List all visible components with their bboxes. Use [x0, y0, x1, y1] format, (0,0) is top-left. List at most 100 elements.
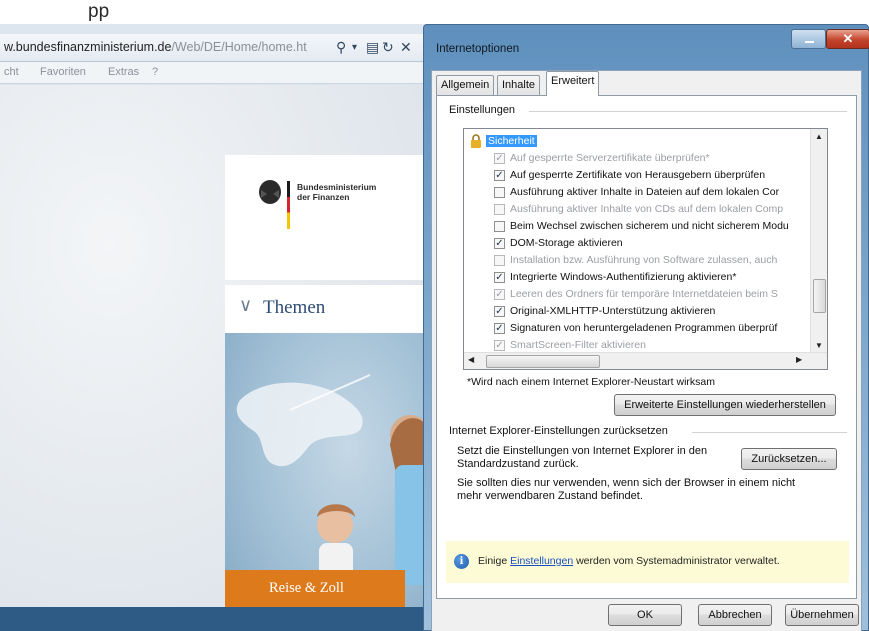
restore-advanced-settings-button[interactable]: Erweiterte Einstellungen wiederherstelle… [614, 394, 836, 416]
settings-tree[interactable]: Sicherheit ✓ Auf gesperrte Serverzertifik… [463, 128, 828, 370]
menu-item-ansicht[interactable]: cht [4, 66, 19, 78]
setting-checkbox[interactable]: ✓ [494, 238, 505, 249]
tab-panel-erweitert: Einstellungen Sicherheit ✓ Auf gesperrte … [436, 95, 857, 599]
ok-button[interactable]: OK [608, 604, 682, 626]
ministry-name-line-2: der Finanzen [297, 192, 350, 202]
setting-checkbox[interactable]: ✓ [494, 289, 505, 300]
reset-warning-line-1: Sie sollten dies nur verwenden, wenn sic… [457, 477, 796, 489]
setting-checkbox[interactable]: ✓ [494, 170, 505, 181]
setting-row[interactable]: ✓ Auf gesperrte Zertifikate von Herausgeb… [464, 167, 810, 184]
apply-button[interactable]: Übernehmen [785, 604, 859, 626]
info-text-prefix: Einige [478, 555, 511, 567]
reise-zoll-label: Reise & Zoll [269, 580, 344, 596]
restart-note: *Wird nach einem Internet Explorer-Neust… [467, 376, 716, 388]
setting-row[interactable]: ✓ Integrierte Windows-Authentifizierung a… [464, 269, 810, 286]
refresh-icon[interactable]: ↻ [382, 39, 394, 56]
setting-label: DOM-Storage aktivieren [510, 237, 623, 249]
setting-row[interactable]: ✓ Signaturen von heruntergeladenen Progra… [464, 320, 810, 337]
setting-checkbox[interactable]: ✓ [494, 153, 505, 164]
caption-text: pp [88, 1, 110, 22]
setting-checkbox[interactable] [494, 204, 505, 215]
scroll-right-icon[interactable]: ▶ [796, 355, 802, 364]
address-bar[interactable]: w.bundesfinanzministerium.de/Web/DE/Home… [0, 34, 430, 62]
setting-checkbox[interactable] [494, 187, 505, 198]
setting-label: Signaturen von heruntergeladenen Program… [510, 322, 778, 334]
setting-row[interactable]: ✓ Original-XMLHTTP-Unterstützung aktivier… [464, 303, 810, 320]
setting-label: Integrierte Windows-Authentifizierung ak… [510, 271, 737, 283]
page-footer-strip [0, 607, 430, 631]
reset-description-line-2: Standardzustand zurück. [457, 458, 579, 470]
settings-link[interactable]: Einstellungen [510, 555, 573, 567]
themen-menu[interactable]: ∨ Themen [225, 285, 430, 333]
horizontal-scrollbar[interactable]: ◀ ▶ [464, 352, 827, 369]
menu-item-favoriten[interactable]: Favoriten [40, 66, 86, 78]
dialog-title: Internetoptionen [436, 43, 520, 55]
setting-label: SmartScreen-Filter aktivieren [510, 339, 646, 351]
compat-icon[interactable]: ▤ [366, 39, 379, 56]
setting-row[interactable]: Installation bzw. Ausführung von Softwar… [464, 252, 810, 269]
setting-checkbox[interactable]: ✓ [494, 306, 505, 317]
setting-row[interactable]: Ausführung aktiver Inhalte von CDs auf d… [464, 201, 810, 218]
ministry-name-line-1: Bundesministerium [297, 182, 377, 192]
url-field[interactable]: w.bundesfinanzministerium.de/Web/DE/Home… [4, 40, 307, 54]
close-button[interactable]: ✕ [826, 29, 869, 49]
reise-zoll-button[interactable]: Reise & Zoll [225, 570, 405, 609]
reset-group-title: Internet Explorer-Einstellungen zurückse… [449, 425, 668, 437]
info-icon: i [454, 554, 469, 569]
setting-label: Ausführung aktiver Inhalte von CDs auf d… [510, 203, 784, 215]
lock-icon [471, 134, 481, 148]
url-path: /Web/DE/Home/home.ht [171, 40, 307, 54]
reset-group-line [692, 432, 847, 433]
setting-row[interactable]: Ausführung aktiver Inhalte in Dateien au… [464, 184, 810, 201]
chevron-down-icon: ∨ [239, 295, 253, 316]
vertical-scrollbar[interactable]: ▲ ▼ [810, 129, 827, 353]
setting-checkbox[interactable] [494, 255, 505, 266]
setting-checkbox[interactable]: ✓ [494, 323, 505, 334]
setting-label: Installation bzw. Ausführung von Softwar… [510, 254, 778, 266]
category-sicherheit: Sicherheit [486, 135, 537, 147]
reset-warning-line-2: mehr verwendbaren Zustand befindet. [457, 490, 643, 502]
themen-label: Themen [263, 297, 326, 318]
setting-checkbox[interactable] [494, 221, 505, 232]
vertical-scroll-thumb[interactable] [813, 279, 826, 313]
setting-label: Original-XMLHTTP-Unterstützung aktiviere… [510, 305, 716, 317]
setting-checkbox[interactable]: ✓ [494, 340, 505, 351]
tab-erweitert[interactable]: Erweitert [546, 71, 600, 96]
settings-group-line [529, 111, 847, 112]
setting-label: Leeren des Ordners für temporäre Interne… [510, 288, 778, 300]
url-domain: w.bundesfinanzministerium.de [4, 40, 172, 54]
admin-info-text: Einige Einstellungen werden vom Systemad… [478, 555, 780, 567]
scroll-left-icon[interactable]: ◀ [468, 355, 474, 364]
setting-label: Ausführung aktiver Inhalte in Dateien au… [510, 186, 780, 198]
setting-row[interactable]: ✓ Auf gesperrte Serverzertifikate überprü… [464, 150, 810, 167]
tab-inhalte[interactable]: Inhalte [497, 75, 541, 95]
dropdown-icon[interactable]: ▾ [352, 42, 357, 53]
scroll-up-icon[interactable]: ▲ [815, 132, 823, 141]
internet-options-dialog: Internetoptionen ✕ Allgemein Inhalte Erw… [423, 24, 869, 631]
admin-info-bar: i Einige Einstellungen werden vom System… [446, 541, 849, 583]
federal-eagle-icon [259, 180, 281, 204]
stop-icon[interactable]: ✕ [400, 39, 412, 56]
menu-item-extras[interactable]: Extras [108, 66, 139, 78]
setting-checkbox[interactable]: ✓ [494, 272, 505, 283]
search-icon[interactable]: ⚲ [336, 39, 346, 56]
ministry-name: Bundesministerium der Finanzen [297, 182, 376, 202]
web-page: Bundesministerium der Finanzen ∨ Themen [0, 85, 430, 631]
scroll-down-icon[interactable]: ▼ [815, 341, 823, 350]
setting-row[interactable]: ✓ DOM-Storage aktivieren [464, 235, 810, 252]
info-text-suffix: werden vom Systemadministrator verwaltet… [573, 555, 780, 567]
dialog-body: Allgemein Inhalte Erweitert Einstellunge… [431, 70, 862, 631]
help-button[interactable] [791, 29, 826, 49]
tab-allgemein[interactable]: Allgemein [436, 75, 495, 95]
browser-window: w.bundesfinanzministerium.de/Web/DE/Home… [0, 24, 430, 631]
menu-item-help[interactable]: ? [152, 66, 158, 78]
horizontal-scroll-thumb[interactable] [486, 355, 600, 368]
menu-bar: cht Favoriten Extras ? [0, 62, 430, 84]
reset-description-line-1: Setzt die Einstellungen von Internet Exp… [457, 445, 708, 457]
reset-button[interactable]: Zurücksetzen... [741, 448, 837, 470]
german-flag-bar [287, 181, 290, 229]
caption-strip: pp [0, 0, 869, 22]
setting-row[interactable]: Beim Wechsel zwischen sicherem und nicht… [464, 218, 810, 235]
cancel-button[interactable]: Abbrechen [698, 604, 772, 626]
setting-row[interactable]: ✓ Leeren des Ordners für temporäre Intern… [464, 286, 810, 303]
